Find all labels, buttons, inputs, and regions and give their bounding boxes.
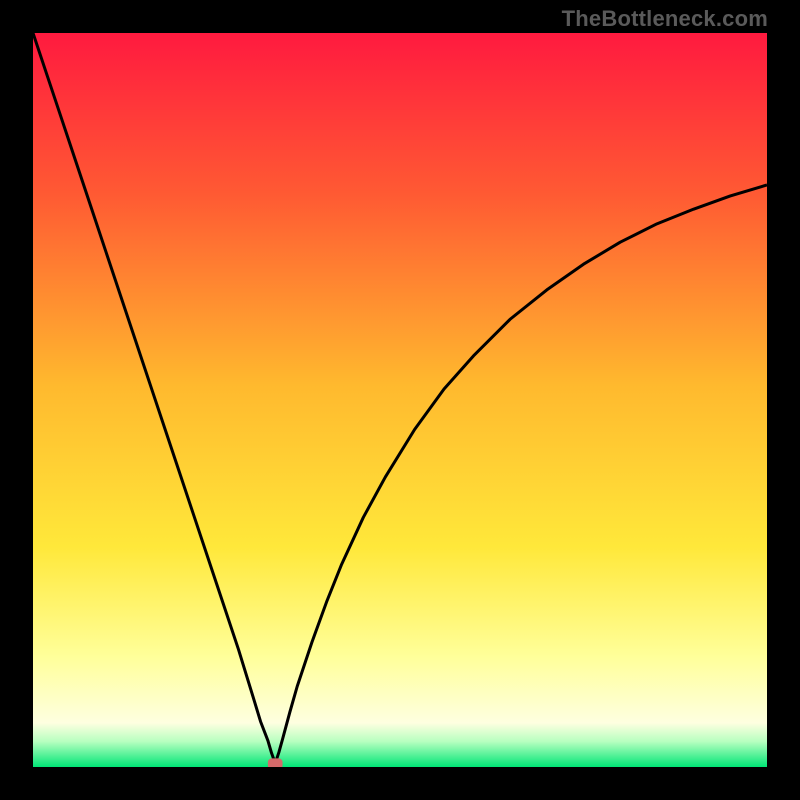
chart-frame: TheBottleneck.com bbox=[0, 0, 800, 800]
notch-marker bbox=[268, 758, 283, 767]
watermark-text: TheBottleneck.com bbox=[562, 6, 768, 32]
gradient-background bbox=[33, 33, 767, 767]
bottleneck-chart bbox=[33, 33, 767, 767]
